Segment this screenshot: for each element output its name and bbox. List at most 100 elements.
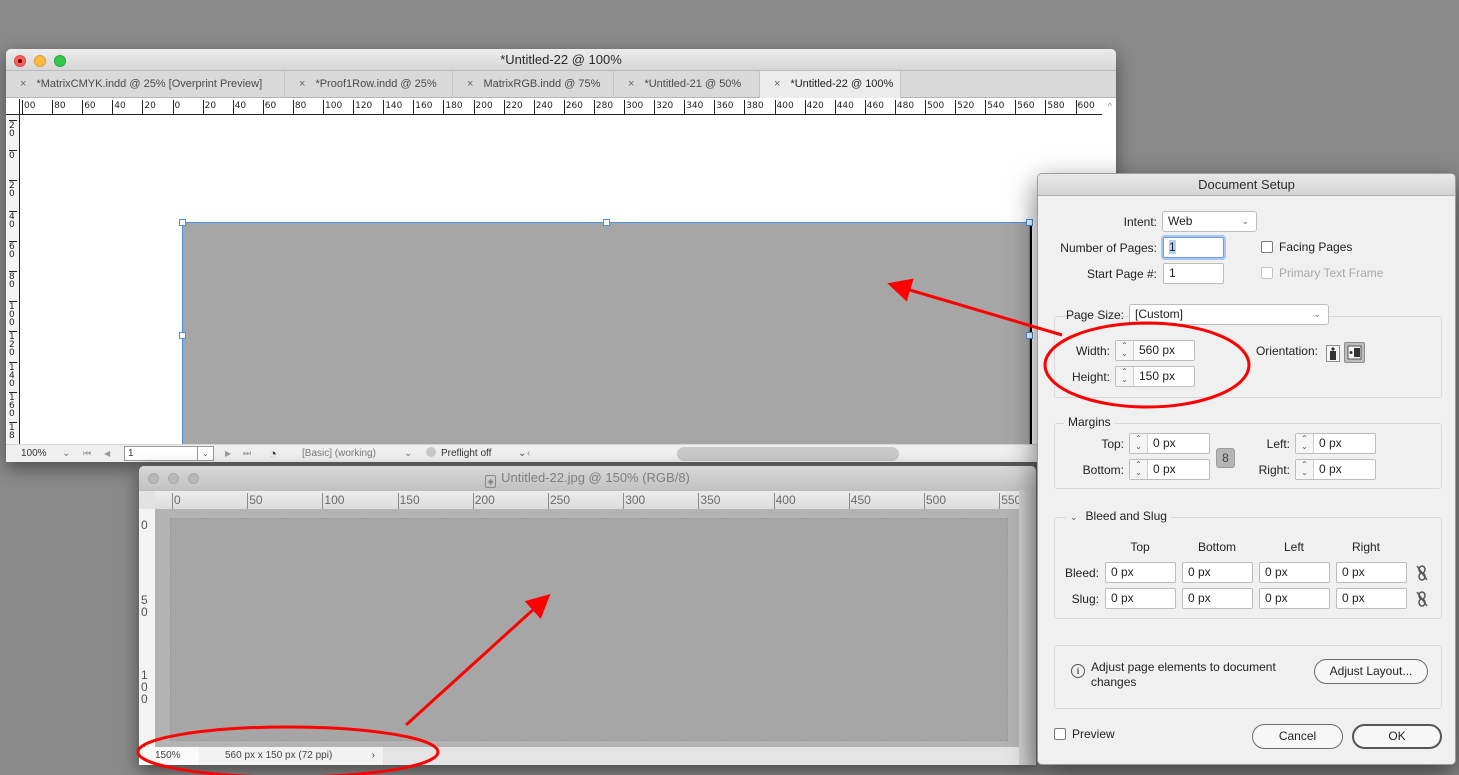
preflight-dropdown-icon[interactable]: ⌄ — [518, 445, 526, 462]
document-proxy-icon[interactable]: ◈ — [485, 475, 497, 488]
preview-checkbox[interactable] — [1054, 728, 1066, 740]
close-window-button[interactable] — [14, 55, 26, 67]
stepper-arrows-icon[interactable]: ⌃ ⌄ — [1130, 460, 1148, 479]
slug-right-input[interactable]: 0 px — [1336, 588, 1407, 609]
tab-matrixrgb[interactable]: × MatrixRGB.indd @ 75% — [453, 71, 614, 98]
next-page-icon[interactable]: ▶ — [225, 445, 231, 462]
horizontal-ruler[interactable]: 0 50 100 150 200 250 300 350 400 450 500 550 — [155, 490, 1023, 509]
facing-pages-checkbox[interactable] — [1261, 241, 1273, 253]
tab-close-icon[interactable]: × — [628, 78, 634, 90]
tab-untitled-22[interactable]: × *Untitled-22 @ 100% — [760, 71, 901, 98]
number-of-pages-input[interactable]: 1 — [1163, 237, 1224, 258]
height-stepper[interactable]: ⌃ ⌄ 150 px — [1115, 366, 1195, 387]
dialog-titlebar[interactable]: Document Setup — [1038, 174, 1455, 196]
bleed-left-input[interactable]: 0 px — [1259, 562, 1330, 583]
selection-handle[interactable] — [1026, 219, 1033, 226]
open-page-icon[interactable]: ◔ — [269, 445, 277, 462]
stepper-arrows-icon[interactable]: ⌃ ⌄ — [1296, 434, 1314, 453]
horizontal-ruler[interactable]: 00 80 60 40 20 0 20 40 60 80 100 120 140 160 180 200 220… — [20, 99, 1102, 115]
bleed-top-input[interactable]: 0 px — [1105, 562, 1176, 583]
preflight-status[interactable]: Preflight off — [426, 445, 491, 462]
width-stepper[interactable]: ⌃ ⌄ 560 px — [1115, 340, 1195, 361]
zoom-level[interactable]: 150% — [139, 747, 199, 765]
ruler-tick-label: 350 — [698, 493, 720, 509]
ruler-tick-label: 40 — [9, 210, 17, 229]
margin-right-stepper[interactable]: ⌃ ⌄ 0 px — [1295, 459, 1376, 480]
scroll-up-icon[interactable]: ^ — [1108, 101, 1112, 111]
tab-close-icon[interactable]: × — [299, 78, 305, 90]
window-titlebar[interactable]: ◈ Untitled-22.jpg @ 150% (RGB/8) — [139, 466, 1036, 490]
ruler-tick-label: 140 — [9, 361, 17, 388]
last-page-icon[interactable]: ⏭ — [243, 445, 251, 462]
tab-matrixcmyk[interactable]: × *MatrixCMYK.indd @ 25% [Overprint Previ… — [6, 71, 285, 98]
slug-top-input[interactable]: 0 px — [1105, 588, 1176, 609]
facing-pages-label[interactable]: Facing Pages — [1279, 240, 1352, 254]
zoom-window-button[interactable] — [188, 473, 199, 484]
bleed-right-input[interactable]: 0 px — [1336, 562, 1407, 583]
selection-handle[interactable] — [179, 219, 186, 226]
ok-button[interactable]: OK — [1352, 724, 1442, 749]
info-menu-arrow-icon[interactable]: › — [372, 747, 375, 765]
page-rectangle-frame[interactable] — [179, 219, 1033, 452]
zoom-window-button[interactable] — [54, 55, 66, 67]
ruler-tick-label: 20 — [142, 100, 156, 114]
first-page-icon[interactable]: ⏮ — [83, 445, 91, 462]
adjust-layout-button[interactable]: Adjust Layout... — [1314, 659, 1428, 684]
selection-handle[interactable] — [1026, 332, 1033, 339]
stepper-arrows-icon[interactable]: ⌃ ⌄ — [1116, 341, 1134, 360]
unlink-slug-icon[interactable] — [1416, 591, 1428, 610]
window-titlebar[interactable]: *Untitled-22 @ 100% — [6, 49, 1116, 71]
disclosure-chevron-icon[interactable]: ⌄ — [1070, 512, 1078, 522]
tab-close-icon[interactable]: × — [20, 78, 26, 90]
margin-left-label: Left: — [1266, 437, 1290, 451]
ruler-origin[interactable] — [6, 99, 20, 115]
page-dropdown-icon[interactable]: ⌄ — [197, 447, 213, 460]
bleed-bottom-input[interactable]: 0 px — [1182, 562, 1253, 583]
page-number-field[interactable]: 1 ⌄ — [124, 446, 214, 461]
vertical-scrollbar[interactable] — [1019, 490, 1036, 765]
previous-page-icon[interactable]: ◀ — [104, 445, 110, 462]
selection-handle[interactable] — [603, 219, 610, 226]
stepper-arrows-icon[interactable]: ⌃ ⌄ — [1296, 460, 1314, 479]
unlink-bleed-icon[interactable] — [1416, 565, 1428, 584]
tab-close-icon[interactable]: × — [774, 78, 780, 90]
pasteboard[interactable] — [21, 116, 1101, 452]
canvas-area[interactable] — [155, 509, 1019, 747]
horizontal-scrollbar-thumb[interactable] — [677, 447, 899, 461]
tab-close-icon[interactable]: × — [467, 78, 473, 90]
page-size-select[interactable]: [Custom] ⌄ — [1129, 304, 1329, 325]
minimize-window-button[interactable] — [168, 473, 179, 484]
preview-label[interactable]: Preview — [1072, 727, 1115, 741]
document-info[interactable]: 560 px x 150 px (72 ppi) › — [199, 747, 383, 765]
portrait-orientation-button[interactable] — [1326, 345, 1340, 362]
tab-proof1row[interactable]: × *Proof1Row.indd @ 25% — [285, 71, 453, 98]
zoom-level[interactable]: 100% — [21, 445, 47, 462]
intent-select[interactable]: Web ⌄ — [1162, 211, 1257, 232]
stepper-arrows-icon[interactable]: ⌃ ⌄ — [1130, 434, 1148, 453]
close-window-button[interactable] — [148, 473, 159, 484]
margin-left-stepper[interactable]: ⌃ ⌄ 0 px — [1295, 433, 1376, 454]
minimize-window-button[interactable] — [34, 55, 46, 67]
landscape-orientation-button[interactable] — [1344, 342, 1365, 363]
vertical-ruler[interactable]: 20 0 20 40 60 80 100 120 140 160 18 — [6, 115, 20, 444]
tab-untitled-21[interactable]: × *Untitled-21 @ 50% — [614, 71, 760, 98]
primary-text-frame-label[interactable]: Primary Text Frame — [1279, 266, 1383, 280]
start-page-input[interactable]: 1 — [1163, 263, 1224, 284]
zoom-dropdown-icon[interactable]: ⌄ — [62, 445, 70, 462]
slug-left-input[interactable]: 0 px — [1259, 588, 1330, 609]
primary-text-frame-checkbox[interactable] — [1261, 267, 1273, 279]
profile-dropdown-icon[interactable]: ⌄ — [404, 445, 412, 462]
profile-status[interactable]: [Basic] (working) — [302, 445, 376, 462]
stepper-arrows-icon[interactable]: ⌃ ⌄ — [1116, 367, 1134, 386]
ruler-origin[interactable] — [139, 490, 155, 509]
scroll-left-icon[interactable]: ‹ — [527, 445, 530, 462]
margin-right-label: Right: — [1258, 463, 1290, 477]
slug-bottom-input[interactable]: 0 px — [1182, 588, 1253, 609]
vertical-ruler[interactable]: 0501001 — [139, 509, 155, 747]
selection-handle[interactable] — [179, 332, 186, 339]
margin-bottom-stepper[interactable]: ⌃ ⌄ 0 px — [1129, 459, 1210, 480]
cancel-button[interactable]: Cancel — [1252, 724, 1343, 749]
image-canvas[interactable] — [170, 518, 1008, 741]
bleed-slug-toggle[interactable]: ⌄ Bleed and Slug — [1066, 509, 1171, 523]
margin-top-stepper[interactable]: ⌃ ⌄ 0 px — [1129, 433, 1210, 454]
